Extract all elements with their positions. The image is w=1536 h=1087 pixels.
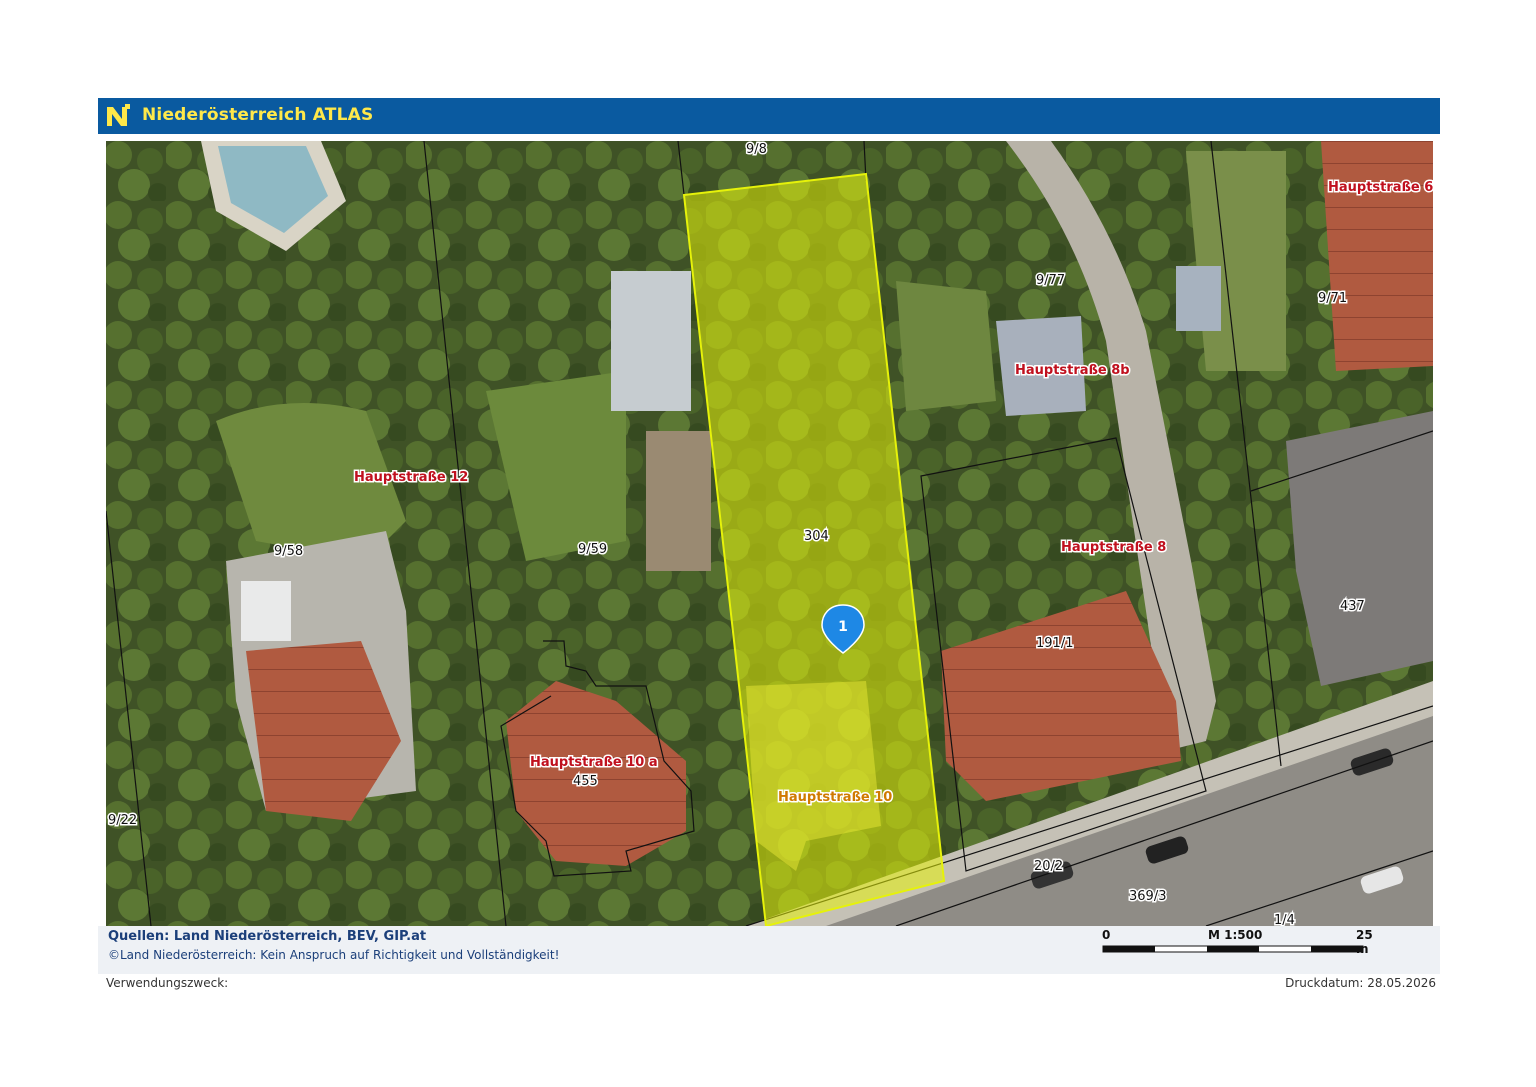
sources-text: Quellen: Land Niederösterreich, BEV, GIP… — [108, 929, 427, 944]
garage-roof — [1176, 266, 1221, 331]
parcel-label: 304 — [804, 529, 829, 544]
address-label-hauptstrasse-8: Hauptstraße 8 — [1061, 540, 1166, 555]
house-roof-6a — [1321, 141, 1433, 371]
parcel-label: 20/2 — [1034, 859, 1063, 874]
aerial-map[interactable]: 1 Hauptstraße 6a Hauptstraße 8b Hauptstr… — [106, 141, 1433, 926]
roof-annex — [241, 581, 291, 641]
purpose-label: Verwendungszweck: — [106, 976, 229, 990]
address-label-hauptstrasse-8b: Hauptstraße 8b — [1015, 363, 1130, 378]
shed-roof — [646, 431, 711, 571]
app-title: Niederösterreich ATLAS — [142, 105, 374, 125]
parcel-label: 9/8 — [746, 142, 767, 157]
parcel-label: 9/22 — [108, 813, 137, 828]
scale-bar: 0 M 1:500 25 m — [1102, 928, 1373, 968]
parcel-label: 191/1 — [1036, 636, 1073, 651]
address-label-hauptstrasse-12: Hauptstraße 12 — [354, 470, 468, 485]
address-label-hauptstrasse-6a: Hauptstraße 6a — [1328, 180, 1433, 195]
address-label-hauptstrasse-10: Hauptstraße 10 — [778, 790, 892, 805]
scale-ratio-label: M 1:500 — [1208, 928, 1263, 942]
scale-ruler-icon — [1102, 945, 1364, 953]
parcel-label: 9/59 — [578, 542, 607, 557]
noe-logo-icon — [104, 102, 132, 130]
parcel-label: 9/58 — [274, 544, 303, 559]
greenhouse — [611, 271, 691, 411]
parcel-label: 455 — [573, 774, 598, 789]
address-label-hauptstrasse-10a: Hauptstraße 10 a — [530, 755, 658, 770]
parcel-label: 437 — [1340, 599, 1365, 614]
print-date: Druckdatum: 28.05.2026 — [1285, 976, 1436, 990]
parcel-label: 1/4 — [1274, 913, 1295, 926]
map-footer: Quellen: Land Niederösterreich, BEV, GIP… — [98, 926, 1440, 974]
lawn — [896, 281, 996, 411]
parcel-label: 9/71 — [1318, 291, 1347, 306]
copyright-disclaimer: ©Land Niederösterreich: Kein Anspruch au… — [108, 948, 560, 962]
marker-label: 1 — [838, 619, 848, 635]
parcel-label: 369/3 — [1129, 889, 1166, 904]
app-header: Niederösterreich ATLAS — [98, 98, 1440, 134]
scale-start-label: 0 — [1102, 928, 1111, 942]
parcel-label: 9/77 — [1036, 273, 1065, 288]
